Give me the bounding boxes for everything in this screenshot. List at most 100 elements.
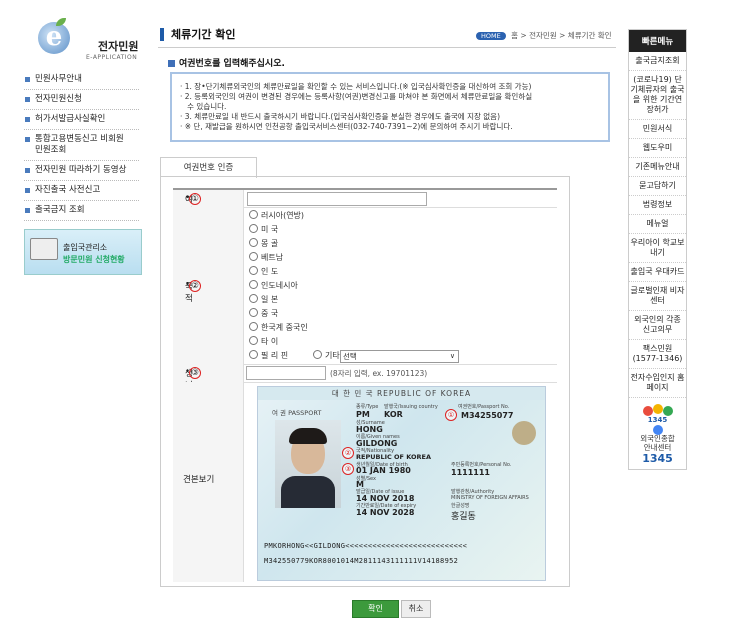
radio-india[interactable]: 인 도 xyxy=(249,266,278,277)
other-country-select[interactable]: 선택 ∨ xyxy=(340,350,459,363)
radio-circle-icon xyxy=(249,294,258,303)
radio-circle-icon xyxy=(249,238,258,247)
nav-item[interactable]: 민원사무안내 xyxy=(24,70,139,90)
leaf-icon xyxy=(56,18,66,26)
pp-korean-name: 홍길동 xyxy=(451,512,476,522)
e-logo-icon: e xyxy=(38,22,70,54)
radio-circle-icon xyxy=(249,280,258,289)
notice-box: · 1. 장•단기체류외국인의 체류만료일을 확인할 수 있는 서비스입니다.(… xyxy=(170,72,610,142)
radio-mongolia[interactable]: 몽 골 xyxy=(249,238,278,249)
quick-menu: 빠른메뉴 출국금지조회 (코로나19) 단기체류자의 출국을 위한 기간연장허가… xyxy=(628,29,687,470)
radio-indonesia[interactable]: 인도네시아 xyxy=(249,280,298,291)
quick-menu-item[interactable]: 팩스민원 (1577-1346) xyxy=(629,340,686,369)
radio-japan[interactable]: 일 본 xyxy=(249,294,278,305)
quick-menu-item[interactable]: (코로나19) 단기체류자의 출국을 위한 기간연장허가 xyxy=(629,71,686,120)
radio-label: 미 국 xyxy=(261,225,279,234)
radio-label: 몽 골 xyxy=(261,239,279,248)
national-emblem-icon xyxy=(512,421,536,445)
logo-dot xyxy=(652,404,663,414)
quick-menu-item[interactable]: 민원서식 xyxy=(629,120,686,139)
nav-item[interactable]: 전자민원신청 xyxy=(24,90,139,110)
pp-mrz-line1: PMKORHONG<<GILDONG<<<<<<<<<<<<<<<<<<<<<<… xyxy=(264,542,468,550)
quick-menu-item[interactable]: 출입국 우대카드 xyxy=(629,263,686,282)
left-nav: 민원사무안내 전자민원신청 허가서발급사실확인 통합고용변동신고 비회원 민원조… xyxy=(24,70,139,221)
passport-sample-image: 대 한 민 국 REPUBLIC OF KOREA 여 권 PASSPORT 종… xyxy=(257,386,546,581)
radio-label: 타 이 xyxy=(261,337,279,346)
nav-item[interactable]: 전자민원 따라하기 동영상 xyxy=(24,161,139,181)
radio-korean-chinese[interactable]: 한국계 중국인 xyxy=(249,322,308,333)
pp-expiry: 14 NOV 2028 xyxy=(356,508,415,517)
nav-item[interactable]: 자진출국 사전신고 xyxy=(24,181,139,201)
radio-usa[interactable]: 미 국 xyxy=(249,224,278,235)
confirm-button[interactable]: 확인 xyxy=(352,600,399,618)
quick-menu-item[interactable]: 전자수입인지 홈페이지 xyxy=(629,369,686,398)
quick-menu-item[interactable]: 글로벌인재 비자센터 xyxy=(629,282,686,311)
radio-circle-icon xyxy=(249,266,258,275)
radio-other[interactable]: 기타 xyxy=(313,350,340,361)
radio-label: 인도네시아 xyxy=(261,281,298,290)
quick-menu-item[interactable]: 웹도우미 xyxy=(629,139,686,158)
pp-personal: 1111111 xyxy=(451,468,490,477)
radio-label: 베트남 xyxy=(261,253,284,262)
quick-menu-item[interactable]: 출국금지조회 xyxy=(629,52,686,71)
visit-status-banner[interactable]: 출입국관리소 방문민원 신청현황 xyxy=(24,229,142,275)
quick-menu-item[interactable]: 법령정보 xyxy=(629,196,686,215)
radio-philippines[interactable]: 필 리 핀 xyxy=(249,350,288,361)
section-subtitle: 여권번호를 입력해주십시오. xyxy=(168,56,285,69)
breadcrumb-current: 체류기간 확인 xyxy=(567,31,612,40)
quick-menu-item[interactable]: 기존메뉴안내 xyxy=(629,158,686,177)
home-badge[interactable]: HOME xyxy=(476,32,506,40)
radio-vietnam[interactable]: 베트남 xyxy=(249,252,283,263)
radio-circle-icon xyxy=(249,252,258,261)
nav-item[interactable]: 출국금지 조회 xyxy=(24,201,139,221)
birth-hint: (8자리 입력, ex. 19701123) xyxy=(330,369,428,378)
passport-header: 대 한 민 국 REPUBLIC OF KOREA xyxy=(258,387,545,400)
sample-marker-3: ③ xyxy=(342,463,354,475)
passport-photo xyxy=(275,420,341,508)
quick-menu-item[interactable]: 외국인의 각종 신고의무 xyxy=(629,311,686,340)
banner-line1: 출입국관리소 xyxy=(63,243,108,252)
quick-menu-item[interactable]: 메뉴얼 xyxy=(629,215,686,234)
sample-marker-2: ② xyxy=(342,447,354,459)
birth-row: •생년월일③ (8자리 입력, ex. 19701123) xyxy=(173,364,557,415)
site-logo[interactable]: e 전자민원 E-APPLICATION xyxy=(30,18,145,68)
computer-icon xyxy=(30,238,58,260)
cancel-button[interactable]: 취소 xyxy=(401,600,431,618)
radio-label: 기타 xyxy=(325,351,340,360)
radio-label: 일 본 xyxy=(261,295,279,304)
call-center-1345[interactable]: 1345 외국인종합 안내센터 1345 xyxy=(629,398,686,469)
pp-passport-no: M34255077 xyxy=(461,411,514,420)
sample-label-cell: 견본보기 xyxy=(173,382,244,582)
marker-1: ① xyxy=(189,193,201,205)
passport-input[interactable] xyxy=(247,192,427,206)
nav-item[interactable]: 허가서발급사실확인 xyxy=(24,110,139,130)
notice-line: · 2. 등록외국인의 여권이 변경된 경우에는 등록사항(여권)변경신고를 마… xyxy=(180,92,533,101)
logo-1345-text: 1345 xyxy=(647,416,668,424)
radio-label: 인 도 xyxy=(261,267,279,276)
birth-input[interactable] xyxy=(246,366,326,380)
logo-subtitle: E-APPLICATION xyxy=(86,54,138,61)
radio-circle-icon xyxy=(249,308,258,317)
quick-menu-item[interactable]: 우리아이 학교보내기 xyxy=(629,234,686,263)
radio-china[interactable]: 중 국 xyxy=(249,308,278,319)
pp-authority: MINISTRY OF FOREIGN AFFAIRS xyxy=(451,495,529,501)
breadcrumb-sep: > xyxy=(520,31,527,40)
quick-menu-item[interactable]: 묻고답하기 xyxy=(629,177,686,196)
pp-small-label: 여권번호/Passport No. xyxy=(458,404,510,410)
sample-row: 견본보기 대 한 민 국 REPUBLIC OF KOREA 여 권 PASSP… xyxy=(173,382,557,582)
call-line2: 안내센터 xyxy=(643,443,672,452)
nationality-label-cell: • 국적 ② xyxy=(173,207,244,364)
radio-russia[interactable]: 러시아(연방) xyxy=(249,210,304,221)
tab-passport-auth[interactable]: 여권번호 인증 xyxy=(160,157,257,178)
logo-title: 전자민원 xyxy=(98,40,139,53)
1345-logo-icon: 1345 xyxy=(639,404,677,435)
logo-dot xyxy=(652,425,663,435)
breadcrumb-home[interactable]: 홈 xyxy=(511,31,518,40)
radio-thailand[interactable]: 타 이 xyxy=(249,336,278,347)
divider xyxy=(158,47,616,48)
nav-item[interactable]: 통합고용변동신고 비회원 민원조회 xyxy=(24,130,139,161)
marker-3: ③ xyxy=(189,367,201,379)
pp-surname: HONG xyxy=(356,425,383,434)
breadcrumb-section[interactable]: 전자민원 xyxy=(529,31,557,40)
photo-hair xyxy=(289,428,327,444)
